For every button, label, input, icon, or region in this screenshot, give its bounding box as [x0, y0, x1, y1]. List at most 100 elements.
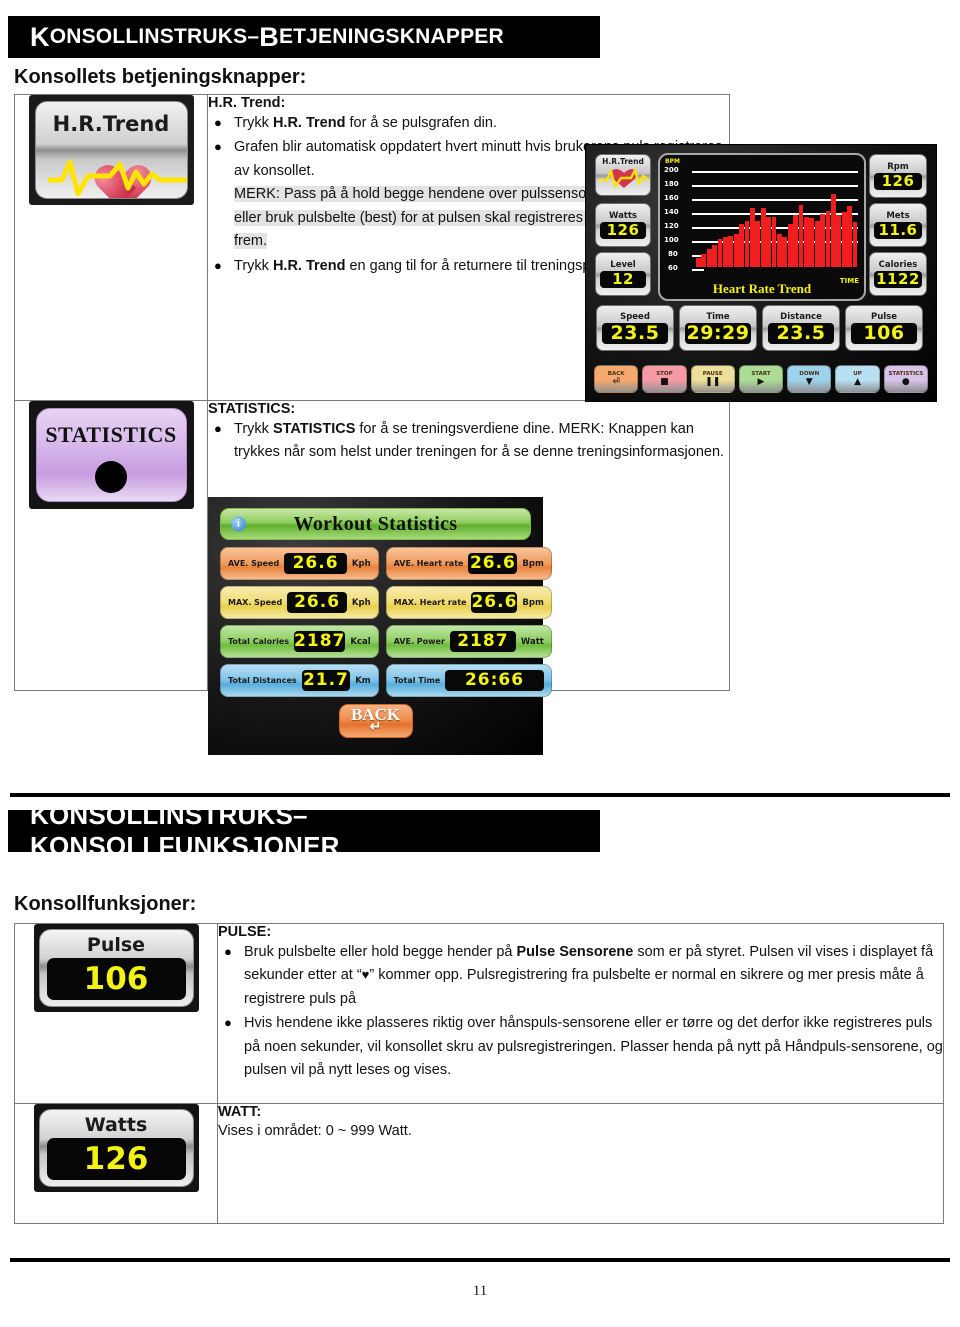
workout-stat-cell: MAX. Heart rate 26.6 Bpm — [385, 586, 552, 619]
console-key-glyph-icon: ▶ — [757, 377, 765, 387]
chart-bar — [847, 206, 853, 267]
subheading-konsollfunksjoner: Konsollfunksjoner: — [14, 893, 197, 915]
chart-bar — [852, 222, 858, 267]
console-tile-watts[interactable]: Watts 126 — [595, 203, 651, 247]
bullet-icon: ● — [214, 115, 222, 130]
table-row: Pulse 106 PULSE: ● Bruk pulsbelte eller … — [14, 923, 944, 1104]
list-item: ● Trykk STATISTICS for å se treningsverd… — [208, 418, 729, 465]
pulse-b2-text: Hvis hendene ikke plasseres riktig over … — [244, 1015, 943, 1079]
pulse-display-image: Pulse 106 — [33, 924, 199, 1012]
watts-display-image: Watts 126 — [33, 1104, 199, 1192]
workout-stat-label: Total Time — [393, 676, 441, 685]
chart-bars — [696, 163, 858, 267]
document-page: K ONSOLLINSTRUKS – B ETJENINGSKNAPPER Kons… — [0, 0, 960, 1327]
workout-stat-unit: Bpm — [522, 558, 544, 569]
console-key-down[interactable]: DOWN ▼ — [787, 365, 832, 393]
workout-stat-label: MAX. Speed — [228, 598, 283, 607]
heart-ecg-icon — [599, 168, 650, 189]
workout-stat-value: 2187 — [449, 630, 516, 653]
chart-bar — [787, 223, 793, 267]
console-tile-time[interactable]: Time 29:29 — [679, 305, 757, 351]
cell-watts-image: Watts 126 — [14, 1103, 218, 1224]
workout-stat-label: MAX. Heart rate — [393, 598, 467, 607]
heart-rate-trend-chart: BPM 200 180 160 140 120 100 80 60 TIME H… — [658, 153, 866, 301]
pulse-heading: PULSE: — [218, 924, 272, 940]
console-key-back[interactable]: BACK ⏎ — [594, 365, 639, 393]
chart-bar — [701, 253, 707, 267]
table-row: Watts 126 WATT: Vises i området: 0 ~ 999… — [14, 1103, 944, 1224]
workout-stat-cell: Total Time 26:66 — [385, 664, 552, 697]
banner2-text: KONSOLLINSTRUKS– KONSOLLFUNKSJONER — [30, 800, 340, 861]
bullet-icon: ● — [224, 944, 232, 959]
workout-back-button[interactable]: BACK ↵ — [338, 704, 413, 738]
console-tile-calories[interactable]: Calories 1122 — [869, 252, 927, 296]
hr-b1-pre: Trykk — [234, 115, 273, 131]
console-tile-mets-value: 11.6 — [873, 222, 923, 239]
back-arrow-icon: ↵ — [369, 720, 382, 736]
console-tile-rpm[interactable]: Rpm 126 — [869, 154, 927, 198]
console-tile-watts-label: Watts — [609, 211, 637, 222]
chart-bar — [820, 213, 826, 267]
cell-pulse-image: Pulse 106 — [14, 923, 218, 1104]
bullet-icon: ● — [214, 421, 222, 436]
hr-b1-post: for å se pulsgrafen din. — [345, 115, 497, 131]
chart-bar — [728, 235, 734, 267]
chart-title: Heart Rate Trend — [712, 281, 812, 296]
console-tile-level-value: 12 — [599, 271, 647, 288]
hr-trend-heading: H.R. Trend: — [208, 95, 286, 111]
cell-watt-text: WATT: Vises i området: 0 ~ 999 Watt. — [217, 1103, 944, 1224]
console-tile-pulse[interactable]: Pulse 106 — [845, 305, 923, 351]
list-item: ● Bruk pulsbelte eller hold begge hender… — [218, 941, 943, 1011]
chart-bar — [739, 223, 745, 267]
chart-ytick: 140 — [664, 208, 679, 216]
console-key-pause[interactable]: PAUSE ❚❚ — [690, 365, 735, 393]
console-tile-time-value: 29:29 — [685, 321, 751, 345]
console-hr-trend-screenshot: H.R.Trend Watts 126 Level 12 Rpm 126 Met… — [585, 144, 937, 402]
console-key-glyph-icon: ■ — [660, 377, 669, 387]
workout-stat-unit: Watt — [520, 636, 544, 647]
console-tile-level[interactable]: Level 12 — [595, 252, 651, 296]
workout-stat-label: Total Calories — [228, 637, 290, 646]
console-key-start[interactable]: START ▶ — [738, 365, 784, 393]
cell-statistics-image: STATISTICS — [14, 400, 208, 691]
statistics-button-label: STATISTICS — [45, 422, 177, 447]
chart-ytick: 80 — [668, 250, 678, 258]
chart-bar — [798, 204, 804, 267]
banner-cap-2: B — [259, 21, 279, 52]
console-tile-level-label: Level — [610, 260, 636, 271]
chart-bar — [831, 194, 836, 267]
console-key-stop[interactable]: STOP ■ — [642, 365, 687, 393]
chart-bar — [717, 238, 723, 267]
chart-bar — [771, 216, 777, 267]
console-key-row: BACK ⏎ STOP ■ PAUSE ❚❚ START ▶ DOWN ▼ UP ▲ STATISTIC… — [594, 365, 928, 393]
console-tile-calories-label: Calories — [878, 260, 918, 271]
hr-trend-button-label: H.R.Trend — [52, 112, 170, 136]
console-key-up[interactable]: UP ▲ — [835, 365, 880, 393]
console-tile-mets[interactable]: Mets 11.6 — [869, 203, 927, 247]
console-key-glyph-icon: ❚❚ — [705, 377, 721, 387]
workout-statistics-title: Workout Statistics — [293, 512, 458, 535]
st-b1-bold: STATISTICS — [272, 421, 356, 437]
workout-stat-cell: Total Calories 2187 Kcal — [220, 625, 379, 658]
section-banner-betjeningsknapper: K ONSOLLINSTRUKS – B ETJENINGSKNAPPER — [8, 16, 600, 58]
statistics-heading: STATISTICS: — [208, 401, 296, 417]
chart-bar — [696, 258, 701, 267]
workout-stat-unit: Kcal — [350, 636, 371, 647]
console-key-glyph-icon: ● — [901, 377, 910, 387]
cell-hr-trend-image: H.R.Trend — [14, 94, 208, 401]
workout-stat-label: AVE. Power — [393, 637, 445, 646]
console-hr-trend-tile[interactable]: H.R.Trend — [595, 154, 651, 196]
pulse-display-value: 106 — [83, 960, 149, 997]
console-key-statistics[interactable]: STATISTICS ● — [883, 365, 928, 393]
bullet-icon: ● — [214, 257, 222, 273]
workout-stat-unit: Kph — [351, 597, 371, 608]
console-tile-distance[interactable]: Distance 23.5 — [762, 305, 840, 351]
console-tile-speed[interactable]: Speed 23.5 — [596, 305, 674, 351]
bullet-icon: ● — [214, 139, 222, 155]
ecg-line-icon — [47, 159, 187, 196]
chart-ytick: 160 — [664, 194, 679, 202]
list-item: ● Trykk H.R. Trend for å se pulsgrafen d… — [208, 112, 729, 135]
cell-pulse-text: PULSE: ● Bruk pulsbelte eller hold begge… — [217, 923, 944, 1104]
workout-stat-cell: MAX. Speed 26.6 Kph — [220, 586, 379, 619]
chart-bar — [733, 234, 739, 267]
